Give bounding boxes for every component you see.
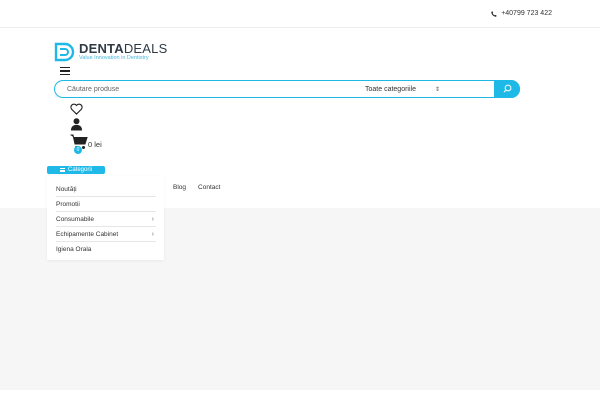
categories-menu: Noutăți Promotii Consumabile › Echipamen… <box>47 176 164 260</box>
list-icon <box>59 168 65 172</box>
search-category-select[interactable]: Toate categoriile ⇕ <box>365 84 440 95</box>
nav-link-contact[interactable]: Contact <box>198 184 220 191</box>
brand-tagline: Value Innovation in Dentistry <box>79 55 149 62</box>
chevron-right-icon: › <box>151 230 154 238</box>
category-label: Noutăți <box>56 185 77 193</box>
phone-number: +40799 723 422 <box>501 10 552 17</box>
category-label: Igiena Orala <box>56 246 92 253</box>
brand-name-bold: DENTA <box>79 41 124 57</box>
categories-button[interactable]: Categorii <box>47 166 105 174</box>
site-logo[interactable]: DENTADEALS Value Innovation in Dentistry <box>54 41 167 63</box>
category-item[interactable]: Consumabile › <box>56 212 156 227</box>
chevron-right-icon: › <box>151 215 154 223</box>
category-label: Echipamente Cabinet <box>56 230 119 238</box>
search-input[interactable] <box>67 83 347 95</box>
category-item[interactable]: Noutăți <box>56 182 156 197</box>
logo-icon <box>54 42 75 62</box>
category-label: Consumabile <box>56 215 94 223</box>
top-bar: +40799 723 422 <box>0 0 600 28</box>
cart-total[interactable]: 0 lei <box>88 140 102 149</box>
search-icon <box>503 84 511 93</box>
heart-icon[interactable] <box>70 103 83 115</box>
category-item[interactable]: Echipamente Cabinet › <box>56 227 156 242</box>
search-bar: Toate categoriile ⇕ <box>54 79 520 98</box>
main-nav: Blog Contact <box>173 184 220 191</box>
select-arrows-icon: ⇕ <box>434 87 440 93</box>
phone-contact[interactable]: +40799 723 422 <box>491 10 552 17</box>
category-item[interactable]: Promotii <box>56 197 156 212</box>
brand-name: DENTADEALS <box>79 42 167 55</box>
phone-icon <box>491 10 497 17</box>
categories-button-label: Categorii <box>67 167 92 173</box>
search-button[interactable] <box>494 79 520 98</box>
category-item[interactable]: Igiena Orala <box>56 242 156 257</box>
nav-link-blog[interactable]: Blog <box>173 184 186 191</box>
search-category-value: Toate categoriile <box>365 86 416 93</box>
category-label: Promotii <box>56 200 80 208</box>
menu-icon[interactable] <box>60 67 70 75</box>
brand-name-light: DEALS <box>123 41 168 57</box>
user-icon[interactable] <box>70 117 83 131</box>
cart-count-badge: 0 <box>74 146 82 154</box>
